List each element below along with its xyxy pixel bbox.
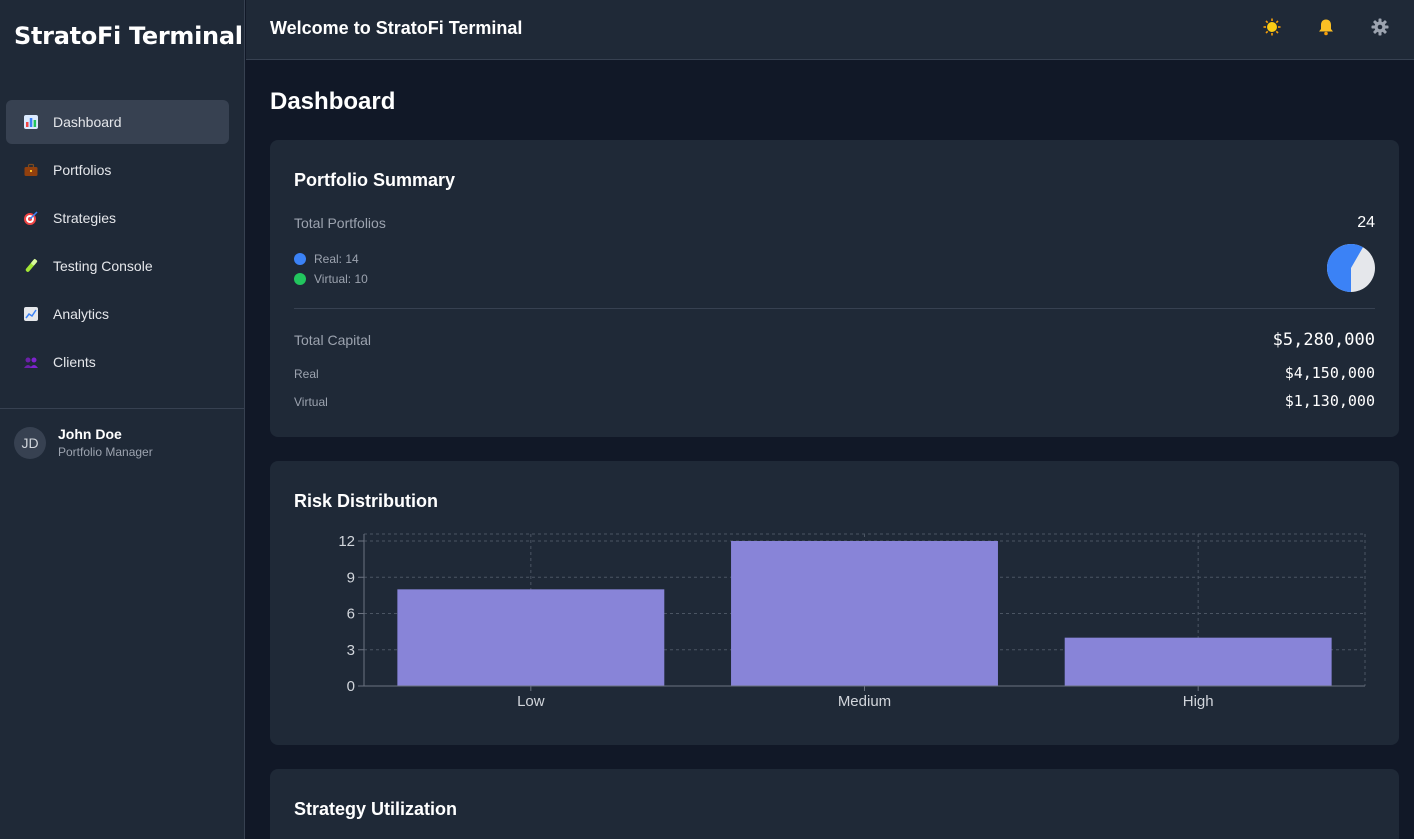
people-icon <box>23 354 39 370</box>
card-divider <box>294 308 1375 309</box>
page-title: Dashboard <box>270 88 396 115</box>
total-capital-label: Total Capital <box>294 332 372 348</box>
test-tube-icon <box>23 258 39 274</box>
avatar: JD <box>14 426 46 459</box>
x-tick-label: Medium <box>838 693 891 710</box>
legend-virtual: Virtual: 10 <box>294 272 368 286</box>
portfolio-summary-card: Portfolio Summary Total Portfolios 24 Re… <box>270 140 1399 437</box>
sidebar: StratoFi Terminal Dashboard Portfolios S… <box>0 0 245 839</box>
total-capital-value: $5,280,000 <box>1272 330 1375 350</box>
sidebar-nav: Dashboard Portfolios Strategies Testing … <box>6 100 229 388</box>
total-portfolios-value: 24 <box>1357 214 1375 231</box>
sidebar-item-strategies[interactable]: Strategies <box>6 196 229 240</box>
card-title: Portfolio Summary <box>294 170 456 190</box>
y-tick-label: 12 <box>338 533 355 550</box>
card-title: Strategy Utilization <box>294 799 458 819</box>
real-dot-icon <box>294 253 306 265</box>
sidebar-item-dashboard[interactable]: Dashboard <box>6 100 229 144</box>
strategy-utilization-card: Strategy Utilization <box>270 769 1399 839</box>
legend-real: Real: 14 <box>294 252 359 266</box>
total-portfolios-label: Total Portfolios <box>294 215 386 231</box>
bar-high[interactable] <box>1064 637 1332 686</box>
virtual-capital-label: Virtual <box>294 395 328 409</box>
user-name: John Doe <box>58 426 122 442</box>
theme-toggle-button[interactable] <box>1260 17 1284 41</box>
sidebar-item-label: Testing Console <box>53 258 153 274</box>
sidebar-divider <box>0 408 245 409</box>
bell-icon <box>1317 18 1335 41</box>
app-brand: StratoFi Terminal <box>14 22 243 50</box>
real-capital-label: Real <box>294 367 319 381</box>
sidebar-item-testing-console[interactable]: Testing Console <box>6 244 229 288</box>
real-capital-value: $4,150,000 <box>1284 364 1375 382</box>
risk-distribution-chart: Low Medium High 0 3 6 9 12 <box>338 533 1366 710</box>
x-tick-label: Low <box>517 693 545 710</box>
virtual-capital-value: $1,130,000 <box>1284 392 1375 410</box>
sidebar-item-label: Clients <box>53 354 96 370</box>
x-tick-label: High <box>1183 693 1214 710</box>
trend-chart-icon <box>23 306 39 322</box>
portfolio-split-pie <box>1327 244 1375 292</box>
gear-icon <box>1371 18 1389 41</box>
sidebar-item-label: Portfolios <box>53 162 112 178</box>
y-tick-label: 3 <box>347 642 355 659</box>
settings-button[interactable] <box>1368 17 1392 41</box>
sidebar-item-label: Analytics <box>53 306 110 322</box>
sidebar-item-portfolios[interactable]: Portfolios <box>6 148 229 192</box>
notifications-button[interactable] <box>1314 17 1338 41</box>
sidebar-item-clients[interactable]: Clients <box>6 340 229 384</box>
y-tick-label: 0 <box>347 678 355 695</box>
risk-distribution-card: Risk Distribution Low Medium High 0 3 6 9 12 <box>270 461 1399 745</box>
sidebar-item-label: Strategies <box>53 210 117 226</box>
y-tick-label: 9 <box>347 569 355 586</box>
user-profile[interactable]: JD John Doe Portfolio Manager <box>14 426 153 459</box>
briefcase-icon <box>23 162 39 178</box>
user-role: Portfolio Manager <box>58 445 153 459</box>
welcome-title: Welcome to StratoFi Terminal <box>270 18 523 38</box>
bar-low[interactable] <box>397 589 665 686</box>
sidebar-item-label: Dashboard <box>53 114 122 130</box>
bar-chart-icon <box>23 114 39 130</box>
top-header: Welcome to StratoFi Terminal <box>246 0 1414 60</box>
bar-medium[interactable] <box>731 541 998 686</box>
target-icon <box>23 210 39 226</box>
virtual-dot-icon <box>294 273 306 285</box>
sidebar-item-analytics[interactable]: Analytics <box>6 292 229 336</box>
y-tick-label: 6 <box>347 606 355 623</box>
sun-icon <box>1263 18 1281 41</box>
